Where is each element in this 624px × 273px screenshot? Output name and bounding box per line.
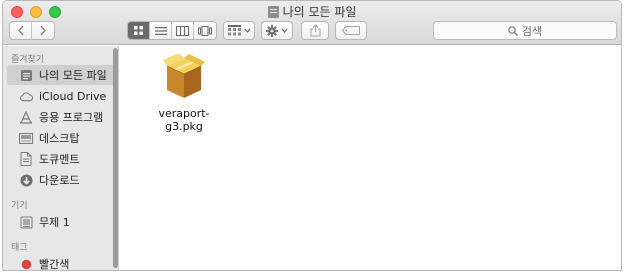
sidebar-item-downloads[interactable]: 다운로드 (7, 170, 115, 190)
applications-icon (19, 110, 33, 124)
favorites-section-label: 즐겨찾기 (11, 55, 45, 65)
group-grid-icon (227, 25, 241, 36)
sidebar-item-icloud-drive[interactable]: iCloud Drive (7, 86, 115, 106)
package-icon (163, 53, 205, 98)
sidebar-item-label: 데스크탑 (39, 132, 80, 145)
sidebar-item-label: 무제 1 (39, 216, 70, 229)
sidebar-item-label: iCloud Drive (39, 89, 107, 103)
search-placeholder: 검색 (521, 24, 543, 38)
chevron-left-icon (17, 25, 24, 36)
sidebar-item-desktop[interactable]: 데스크탑 (7, 128, 115, 148)
column-view-icon (176, 25, 189, 36)
window-title-group: 나의 모든 파일 (3, 3, 621, 20)
sidebar: 즐겨찾기 나의 모든 파일 iCloud Drive 응용 프로그램 데스크탑 (3, 46, 119, 271)
sidebar-scrollbar[interactable] (113, 48, 118, 268)
action-button[interactable] (261, 21, 293, 40)
red-tag-dot-icon (19, 257, 33, 270)
arrange-button[interactable] (223, 21, 255, 40)
cover-flow-view-button[interactable] (194, 22, 216, 39)
sidebar-item-disk[interactable]: 무제 1 (7, 212, 115, 232)
forward-button[interactable] (32, 22, 54, 39)
view-mode-control (127, 21, 217, 40)
cloud-icon (19, 89, 33, 103)
icon-view-button[interactable] (128, 22, 150, 39)
desktop-icon (19, 131, 33, 145)
icon-view-icon (134, 26, 143, 35)
list-view-icon (154, 26, 167, 35)
gear-icon (266, 24, 278, 37)
finder-window: 나의 모든 파일 검색 즐겨찾기 나의 모든 파일 iCloud Drive 응… (2, 0, 622, 271)
sidebar-item-all-files[interactable]: 나의 모든 파일 (7, 65, 115, 85)
chevron-down-icon (281, 28, 288, 33)
share-button[interactable] (301, 21, 329, 40)
list-view-button[interactable] (150, 22, 172, 39)
disk-icon (19, 215, 33, 229)
sidebar-item-label: 나의 모든 파일 (39, 69, 107, 82)
sidebar-item-documents[interactable]: 도큐멘트 (7, 149, 115, 169)
all-files-title-icon (267, 5, 279, 18)
back-button[interactable] (10, 22, 32, 39)
file-browser-content: veraport-g3.pkg (120, 46, 621, 270)
downloads-icon (19, 173, 33, 187)
documents-icon (19, 152, 33, 166)
column-view-button[interactable] (172, 22, 194, 39)
chevron-down-icon (244, 28, 250, 33)
sidebar-item-tag-red[interactable]: 빨간색 (7, 254, 115, 271)
search-icon (508, 25, 518, 36)
title-bar: 나의 모든 파일 검색 (3, 1, 621, 45)
window-title: 나의 모든 파일 (282, 5, 357, 19)
tag-button[interactable] (335, 21, 367, 40)
sidebar-item-label: 다운로드 (39, 174, 80, 187)
file-item[interactable]: veraport-g3.pkg (144, 53, 224, 133)
file-name: veraport-g3.pkg (158, 107, 210, 133)
sidebar-item-label: 도큐멘트 (39, 153, 80, 166)
sidebar-item-applications[interactable]: 응용 프로그램 (7, 107, 115, 127)
navigation-buttons (9, 21, 55, 40)
sidebar-item-label: 응용 프로그램 (39, 111, 104, 124)
all-files-icon (19, 68, 33, 82)
tag-icon (342, 26, 360, 35)
share-icon (310, 24, 320, 37)
tags-section-label: 태그 (11, 243, 28, 253)
cover-flow-view-icon (198, 25, 212, 36)
search-field[interactable]: 검색 (433, 21, 617, 40)
sidebar-item-label: 빨간색 (39, 258, 70, 271)
chevron-right-icon (40, 25, 46, 36)
devices-section-label: 기기 (11, 201, 28, 211)
